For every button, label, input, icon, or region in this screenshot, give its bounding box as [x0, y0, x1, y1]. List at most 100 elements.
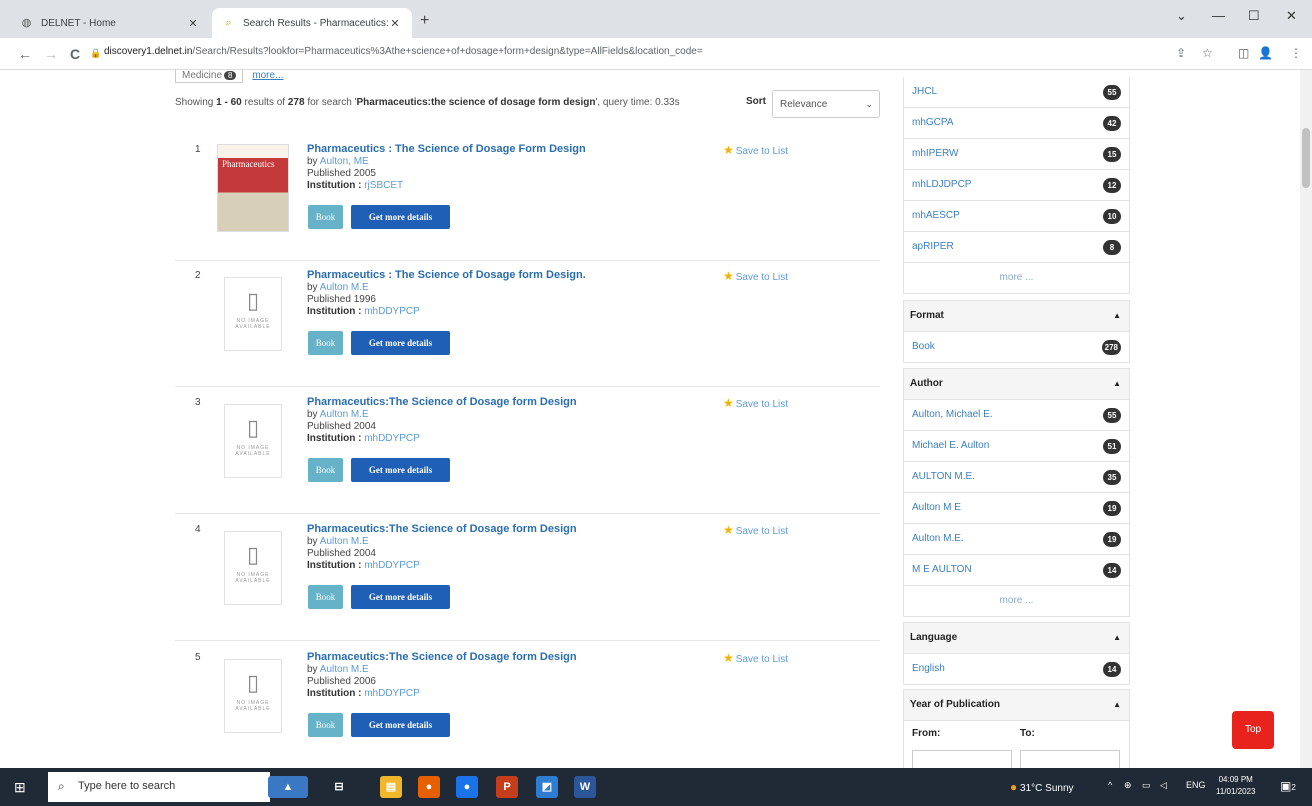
institution-link[interactable]: mhDDYPCP — [364, 433, 420, 444]
close-tab-icon[interactable]: ✕ — [388, 17, 402, 30]
facet-item-institution[interactable]: mhAESCP 10 — [903, 201, 1130, 232]
tab-search-dropdown-icon[interactable]: ⌄ — [1176, 8, 1187, 24]
book-cover-image[interactable]: Pharmaceutics — [217, 144, 289, 232]
facet-item-institution[interactable]: apRIPER 8 — [903, 232, 1130, 263]
share-icon[interactable]: ⇪ — [1176, 46, 1186, 60]
facet-heading-year[interactable]: Year of Publication ▲ — [903, 689, 1130, 721]
tray-chevron-icon[interactable]: ^ — [1108, 780, 1112, 790]
bookmark-star-icon[interactable]: ☆ — [1202, 46, 1213, 60]
no-image-placeholder[interactable]: ▯ NO IMAGE AVAILABLE — [224, 404, 282, 478]
author-link[interactable]: Aulton M.E — [320, 664, 369, 675]
facet-item-author[interactable]: Aulton M.E. 19 — [903, 524, 1130, 555]
language-indicator[interactable]: ENG — [1186, 780, 1206, 790]
author-link[interactable]: Aulton M.E — [320, 282, 369, 293]
result-title-link[interactable]: Pharmaceutics : The Science of Dosage fo… — [307, 269, 586, 281]
author-link[interactable]: Aulton M.E — [320, 409, 369, 420]
facet-item-author[interactable]: Michael E. Aulton 51 — [903, 431, 1130, 462]
close-window-button[interactable]: ✕ — [1286, 8, 1297, 24]
sort-select[interactable]: Relevance ⌄ — [772, 90, 880, 118]
file-explorer-icon[interactable]: ▤ — [380, 776, 402, 798]
institution-link[interactable]: rjSBCET — [364, 180, 403, 191]
task-view-icon[interactable]: ⊟ — [328, 776, 350, 798]
close-tab-icon[interactable]: ✕ — [186, 17, 200, 30]
chrome-icon[interactable]: ● — [456, 776, 478, 798]
book-format-button[interactable]: Book — [308, 458, 343, 482]
facet-item-author[interactable]: M E AULTON 14 — [903, 555, 1130, 586]
facet-item-language[interactable]: English 14 — [903, 654, 1130, 685]
author-more-link[interactable]: more ... — [903, 586, 1130, 617]
maximize-button[interactable]: ☐ — [1248, 8, 1260, 24]
back-to-top-button[interactable]: Top — [1232, 711, 1274, 749]
profile-icon[interactable]: 👤 — [1258, 46, 1273, 60]
result-title-link[interactable]: Pharmaceutics:The Science of Dosage form… — [307, 523, 577, 535]
facet-item-author[interactable]: Aulton, Michael E. 55 — [903, 400, 1130, 431]
scrollbar-thumb[interactable] — [1302, 128, 1310, 188]
save-to-list-link[interactable]: ★ Save to List — [723, 269, 788, 283]
save-to-list-link[interactable]: ★ Save to List — [723, 143, 788, 157]
facet-item-institution[interactable]: mhIPERW 15 — [903, 139, 1130, 170]
year-from-input[interactable] — [912, 750, 1012, 768]
result-number: 4 — [195, 524, 201, 535]
word-icon[interactable]: W — [574, 776, 596, 798]
tab-search-results[interactable]: ⌕ Search Results - Pharmaceutics: ✕ — [212, 8, 412, 38]
no-image-placeholder[interactable]: ▯ NO IMAGE AVAILABLE — [224, 659, 282, 733]
windows-start-icon[interactable]: ⊞ — [14, 779, 26, 796]
save-to-list-link[interactable]: ★ Save to List — [723, 396, 788, 410]
facet-item-author[interactable]: AULTON M.E. 35 — [903, 462, 1130, 493]
new-tab-button[interactable]: + — [420, 12, 429, 30]
firefox-icon[interactable]: ● — [418, 776, 440, 798]
book-format-button[interactable]: Book — [308, 713, 343, 737]
year-to-input[interactable] — [1020, 750, 1120, 768]
institution-link[interactable]: mhDDYPCP — [364, 306, 420, 317]
url-field[interactable]: discovery1.delnet.in/Search/Results?look… — [104, 46, 703, 57]
no-image-placeholder[interactable]: ▯ NO IMAGE AVAILABLE — [224, 277, 282, 351]
clock[interactable]: 04:09 PM 11/01/2023 — [1216, 774, 1255, 798]
result-title-link[interactable]: Pharmaceutics:The Science of Dosage form… — [307, 396, 577, 408]
result-title-link[interactable]: Pharmaceutics:The Science of Dosage form… — [307, 651, 577, 663]
widgets-icon[interactable]: ▲ — [268, 776, 308, 798]
minimize-button[interactable]: — — [1212, 8, 1225, 23]
facet-item-author[interactable]: Aulton M E 19 — [903, 493, 1130, 524]
weather-widget[interactable]: ● 31°C Sunny — [1010, 780, 1074, 794]
powerpoint-icon[interactable]: P — [496, 776, 518, 798]
sidepanel-icon[interactable]: ◫ — [1238, 46, 1249, 60]
forward-button[interactable]: → — [44, 46, 58, 62]
book-format-button[interactable]: Book — [308, 331, 343, 355]
book-format-button[interactable]: Book — [308, 585, 343, 609]
facet-item-format[interactable]: Book 278 — [903, 332, 1130, 363]
menu-icon[interactable]: ⋮ — [1290, 46, 1302, 60]
taskbar-search-input[interactable]: ⌕ Type here to search — [48, 772, 270, 802]
facet-heading-language[interactable]: Language ▲ — [903, 622, 1130, 654]
institution-more-link[interactable]: more ... — [903, 263, 1130, 294]
facet-item-institution[interactable]: mhGCPA 42 — [903, 108, 1130, 139]
filter-chip-medicine[interactable]: Medicine 8 — [175, 70, 244, 83]
institution-link[interactable]: mhDDYPCP — [364, 560, 420, 571]
institution-link[interactable]: mhDDYPCP — [364, 688, 420, 699]
reload-button[interactable]: C — [70, 46, 80, 62]
battery-icon[interactable]: ▭ — [1142, 780, 1151, 791]
page-scrollbar[interactable] — [1300, 70, 1312, 768]
get-more-details-button[interactable]: Get more details — [351, 205, 450, 229]
get-more-details-button[interactable]: Get more details — [351, 585, 450, 609]
book-format-button[interactable]: Book — [308, 205, 343, 229]
tab-delnet-home[interactable]: ◍ DELNET - Home ✕ — [10, 8, 210, 38]
facet-heading-author[interactable]: Author ▲ — [903, 368, 1130, 400]
author-link[interactable]: Aulton, ME — [320, 156, 369, 167]
save-to-list-link[interactable]: ★ Save to List — [723, 651, 788, 665]
get-more-details-button[interactable]: Get more details — [351, 713, 450, 737]
author-link[interactable]: Aulton M.E — [320, 536, 369, 547]
no-image-placeholder[interactable]: ▯ NO IMAGE AVAILABLE — [224, 531, 282, 605]
photos-icon[interactable]: ◩ — [536, 776, 558, 798]
network-icon[interactable]: ⊕ — [1124, 780, 1132, 791]
back-button[interactable]: ← — [18, 46, 32, 62]
save-to-list-link[interactable]: ★ Save to List — [723, 523, 788, 537]
filter-more-link[interactable]: more... — [252, 70, 283, 81]
facet-heading-format[interactable]: Format ▲ — [903, 300, 1130, 332]
get-more-details-button[interactable]: Get more details — [351, 458, 450, 482]
volume-icon[interactable]: ◁ — [1160, 780, 1167, 791]
facet-item-institution[interactable]: JHCL 55 — [903, 77, 1130, 108]
get-more-details-button[interactable]: Get more details — [351, 331, 450, 355]
result-title-link[interactable]: Pharmaceutics : The Science of Dosage Fo… — [307, 143, 586, 155]
notification-icon[interactable]: ▣2 — [1280, 779, 1296, 793]
facet-item-institution[interactable]: mhLDJDPCP 12 — [903, 170, 1130, 201]
